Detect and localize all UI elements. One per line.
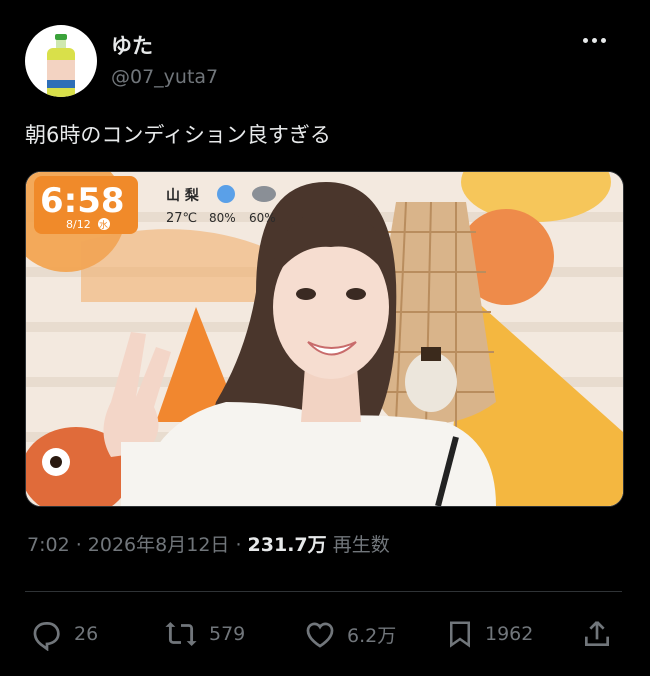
reply-button[interactable]: 26: [30, 612, 98, 656]
bookmark-button[interactable]: 1962: [445, 612, 533, 656]
share-icon: [585, 621, 609, 646]
tweet-actions: 26 579 6.2万 1962: [25, 612, 622, 656]
share-button[interactable]: [581, 612, 613, 656]
tweet-media[interactable]: 6:58 8/12 水 山 梨 27℃ 80% 60%: [25, 171, 624, 507]
meta-separator: ·: [69, 534, 88, 556]
tweet-time[interactable]: 7:02: [27, 534, 70, 556]
overlay-pct2: 60%: [249, 211, 276, 225]
like-button[interactable]: 6.2万: [303, 612, 396, 656]
media-image: 6:58 8/12 水 山 梨 27℃ 80% 60%: [26, 172, 623, 506]
retweet-count: 579: [209, 623, 246, 645]
overlay-day: 水: [99, 219, 108, 231]
avatar[interactable]: [25, 25, 97, 97]
retweet-button[interactable]: 579: [163, 612, 245, 656]
drink-bottle-avatar-icon: [47, 34, 75, 97]
overlay-date: 8/12: [66, 218, 91, 231]
bookmark-icon: [450, 621, 470, 648]
overlay-pct1: 80%: [209, 211, 236, 225]
heart-icon: [306, 622, 334, 648]
view-count: 231.7万: [247, 534, 327, 556]
tweet-meta: 7:02 · 2026年8月12日 · 231.7万 再生数: [27, 530, 390, 557]
overlay-region: 山 梨: [166, 187, 200, 204]
overlay-time: 6:58: [40, 181, 125, 221]
author-name[interactable]: ゆた: [111, 30, 153, 60]
retweet-icon: [165, 621, 197, 647]
like-count: 6.2万: [347, 624, 397, 647]
view-count-label: 再生数: [332, 534, 390, 556]
more-options-icon[interactable]: [580, 30, 608, 50]
reply-icon: [33, 622, 60, 651]
tweet-date[interactable]: 2026年8月12日: [88, 534, 230, 556]
reply-count: 26: [74, 623, 99, 645]
tweet-text: 朝6時のコンディション良すぎる: [25, 123, 331, 147]
overlay-temp: 27℃: [166, 211, 197, 226]
divider: [25, 591, 622, 592]
author-handle[interactable]: @07_yuta7: [111, 66, 218, 88]
meta-separator: ·: [229, 534, 248, 556]
bookmark-count: 1962: [485, 623, 534, 645]
